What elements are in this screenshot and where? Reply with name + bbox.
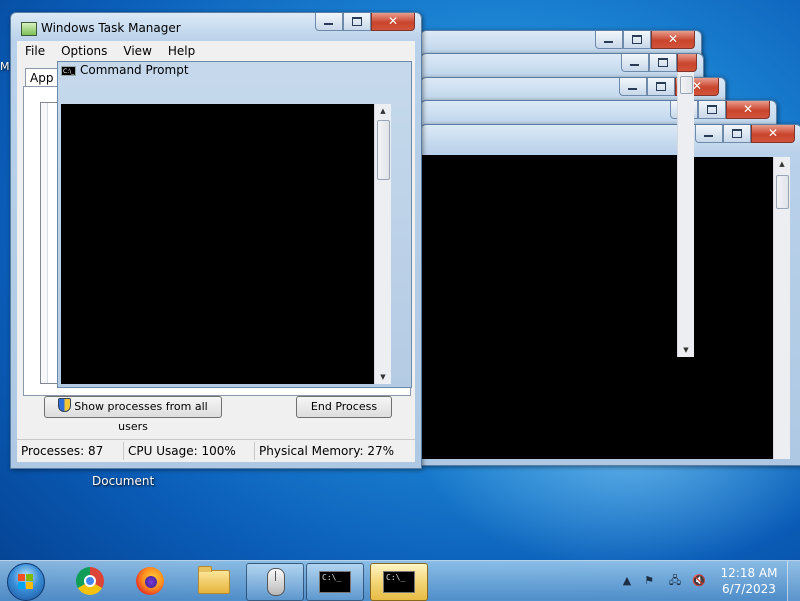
status-physical-memory: Physical Memory: 27% [259,444,395,458]
scroll-down-arrow[interactable]: ▼ [678,345,694,355]
window-controls: ✕ [695,125,795,144]
window-title: Windows Task Manager [41,21,181,35]
menu-help[interactable]: Help [160,44,203,58]
taskbar-firefox[interactable] [120,563,176,599]
status-cpu-usage: CPU Usage: 100% [124,442,255,460]
command-prompt-icon: C:\_ [319,571,351,593]
task-manager-icon [21,22,37,36]
menu-bar: File Options View Help [17,41,415,60]
status-bar: Processes: 87 CPU Usage: 100% Physical M… [17,439,415,462]
show-desktop-button[interactable] [787,561,800,601]
status-processes: Processes: 87 [17,442,124,460]
console-area[interactable] [61,104,374,384]
menu-file[interactable]: File [17,44,53,58]
end-process-button[interactable]: End Process [296,396,392,418]
close-button[interactable]: ✕ [726,101,770,119]
maximize-button[interactable] [343,13,371,31]
show-all-processes-label: Show processes from all users [74,400,208,433]
vertical-scrollbar[interactable]: ▲ ▼ [374,104,391,384]
windows-logo-icon [18,574,34,590]
taskbar: C:\_ C:\_ ▲ ⚑ 🖧 🔇 12:18 AM 6/7/2023 [0,560,800,601]
volume-muted-icon[interactable]: 🔇 [692,574,706,588]
taskbar-chrome[interactable] [60,563,116,599]
show-all-processes-button[interactable]: Show processes from all users [44,396,222,433]
maximize-button[interactable] [698,101,726,119]
start-button[interactable] [7,563,45,601]
desktop-icon-label[interactable]: Document [92,474,154,488]
taskbar-task-manager-group[interactable]: C:\_ [370,563,428,601]
scroll-up-arrow[interactable]: ▲ [774,159,790,169]
show-hidden-icons-arrow[interactable]: ▲ [620,574,634,588]
command-prompt-icon: C:\_ [383,571,415,593]
menu-options[interactable]: Options [53,44,115,58]
scroll-thumb[interactable] [776,175,789,209]
action-center-flag-icon[interactable]: ⚑ [642,574,656,588]
mouse-icon [267,568,285,596]
menu-view[interactable]: View [115,44,159,58]
chrome-icon [76,567,104,595]
list-column-header[interactable] [41,103,48,383]
window-controls: ✕ [315,13,415,32]
clock-time: 12:18 AM [720,566,778,580]
taskbar-mouse-app[interactable] [246,563,304,601]
firefox-icon [136,567,164,595]
taskbar-command-prompt[interactable]: C:\_ [306,563,364,601]
scroll-down-arrow[interactable]: ▼ [375,372,391,382]
command-prompt-icon: C:\_ [61,66,76,76]
close-button[interactable]: ✕ [371,13,415,31]
minimize-button[interactable] [315,13,343,31]
uac-shield-icon [58,398,72,412]
close-button[interactable]: ✕ [751,125,795,143]
window-title: Command Prompt [80,63,189,77]
clock-date: 6/7/2023 [722,582,776,596]
scroll-up-arrow[interactable]: ▲ [375,106,391,116]
scroll-thumb[interactable] [377,120,390,180]
desktop-edge-fragment: M [0,60,10,73]
system-clock[interactable]: 12:18 AM 6/7/2023 [714,565,784,597]
vertical-scrollbar[interactable]: ▼ [677,72,694,357]
network-icon[interactable]: 🖧 [668,574,682,588]
cmd-window-front[interactable]: C:\_ Command Prompt ▲ ▼ [57,61,412,388]
taskbar-explorer[interactable] [184,563,240,599]
folder-icon [198,566,230,594]
console-area[interactable] [421,155,677,357]
scroll-thumb[interactable] [680,76,693,94]
vertical-scrollbar[interactable]: ▲ [773,157,790,459]
maximize-button[interactable] [723,125,751,143]
cmd-window-mid[interactable]: ▼ [420,30,700,365]
tab-applications[interactable]: App [25,68,59,87]
